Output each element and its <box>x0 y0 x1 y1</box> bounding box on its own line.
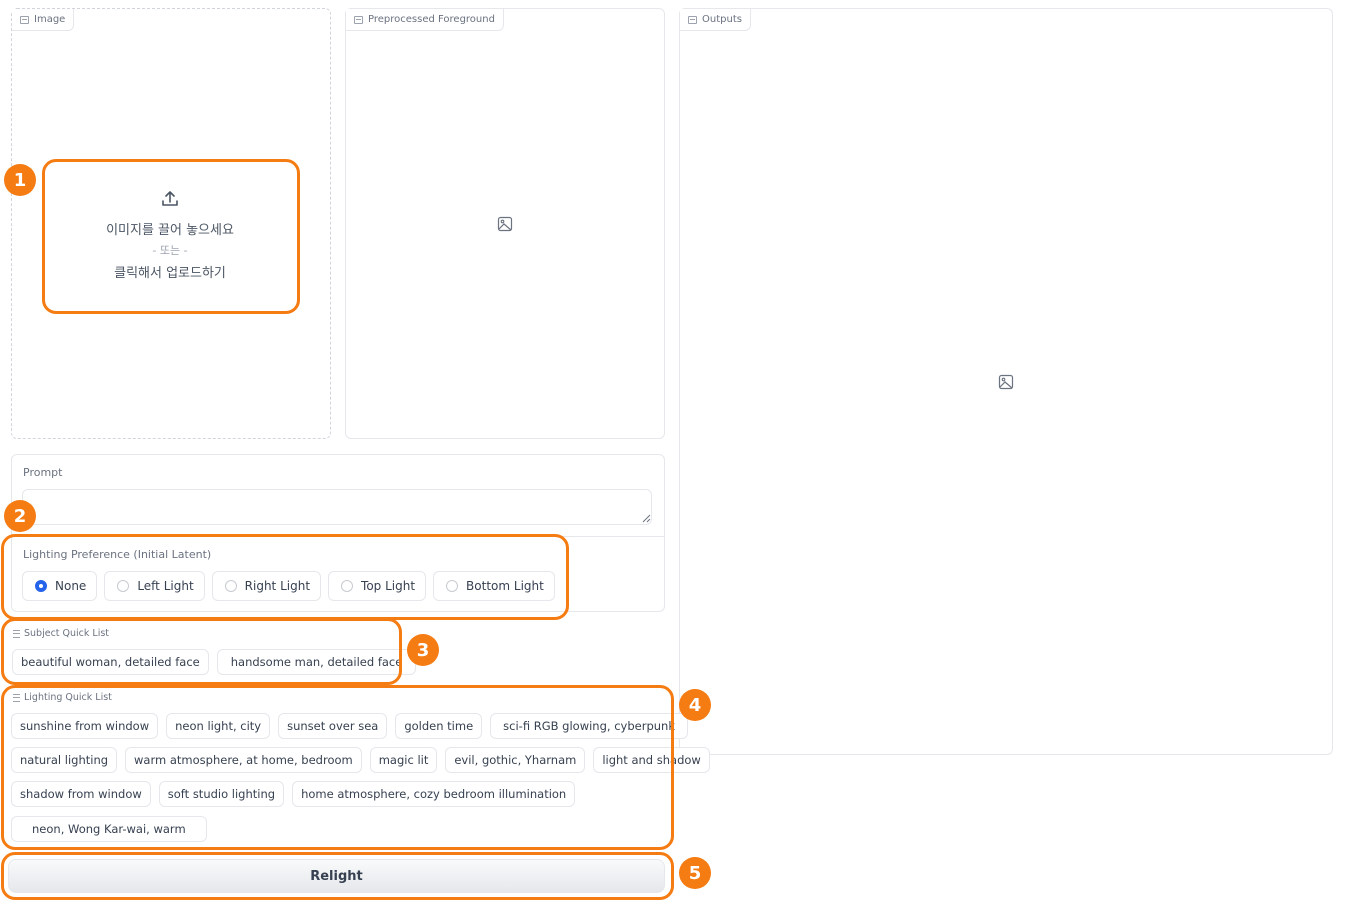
lighting-chip[interactable]: neon, Wong Kar-wai, warm <box>11 816 207 842</box>
lighting-chip[interactable]: shadow from window <box>11 781 151 807</box>
radio-selected-icon <box>35 580 47 592</box>
lighting-chip[interactable]: light and shadow <box>593 747 710 773</box>
image-placeholder-icon <box>497 216 513 232</box>
lighting-chip[interactable]: golden time <box>395 713 483 739</box>
image-icon <box>688 15 697 24</box>
lighting-chip[interactable]: sunset over sea <box>278 713 388 739</box>
radio-unselected-icon <box>117 580 130 592</box>
prompt-divider <box>12 536 664 537</box>
badge-4: 4 <box>679 689 711 721</box>
lighting-quick-list-row-3: shadow from window soft studio lighting … <box>11 781 576 807</box>
lighting-chip[interactable]: evil, gothic, Yharnam <box>445 747 586 773</box>
lighting-quick-list-label: Lighting Quick List <box>13 692 112 703</box>
image-panel-tag: Image <box>12 9 75 31</box>
radio-unselected-icon <box>224 580 237 592</box>
lighting-quick-list-title: Lighting Quick List <box>24 692 112 703</box>
lighting-quick-list-row-4: neon, Wong Kar-wai, warm <box>11 816 207 842</box>
badge-2: 2 <box>4 500 36 532</box>
badge-3: 3 <box>407 634 439 666</box>
subject-quick-list-title: Subject Quick List <box>24 628 110 639</box>
list-icon <box>13 693 20 702</box>
badge-1: 1 <box>4 164 36 196</box>
radio-option-none[interactable]: None <box>22 571 98 601</box>
lighting-chip[interactable]: sci-fi RGB glowing, cyberpunk <box>490 713 688 739</box>
foreground-panel-tag: Preprocessed Foreground <box>346 9 504 31</box>
radio-option-bottom-light[interactable]: Bottom Light <box>433 571 555 601</box>
image-icon <box>354 15 363 24</box>
radio-label: Right Light <box>244 579 311 593</box>
badge-5: 5 <box>679 857 711 889</box>
image-upload-dropzone[interactable]: 이미지를 끌어 놓으세요 - 또는 - 클릭해서 업로드하기 <box>44 162 296 310</box>
upload-click-text: 클릭해서 업로드하기 <box>114 266 226 281</box>
lighting-chip[interactable]: magic lit <box>369 747 438 773</box>
lighting-chip[interactable]: sunshine from window <box>11 713 159 739</box>
outputs-panel-label: Outputs <box>702 14 742 25</box>
subject-chip[interactable]: handsome man, detailed face <box>216 649 417 675</box>
radio-option-left-light[interactable]: Left Light <box>104 571 205 601</box>
lighting-preference-radio-group: None Left Light Right Light Top Light Bo… <box>22 571 555 601</box>
lighting-quick-list-row-2: natural lighting warm atmosphere, at hom… <box>11 747 710 773</box>
foreground-panel-label: Preprocessed Foreground <box>368 14 495 25</box>
resize-handle-icon <box>642 514 651 523</box>
radio-label: Bottom Light <box>466 579 544 593</box>
upload-or-text: - 또는 - <box>152 244 188 257</box>
lighting-chip[interactable]: neon light, city <box>166 713 271 739</box>
radio-label: Left Light <box>137 579 194 593</box>
upload-icon <box>162 191 178 206</box>
lighting-chip[interactable]: warm atmosphere, at home, bedroom <box>125 747 362 773</box>
lighting-chip[interactable]: soft studio lighting <box>158 781 285 807</box>
prompt-input[interactable] <box>22 489 652 525</box>
radio-unselected-icon <box>341 580 354 592</box>
outputs-panel-tag: Outputs <box>680 9 751 31</box>
radio-option-top-light[interactable]: Top Light <box>328 571 427 601</box>
subject-quick-list: beautiful woman, detailed face handsome … <box>12 649 417 675</box>
subject-chip[interactable]: beautiful woman, detailed face <box>12 649 209 675</box>
relight-button[interactable]: Relight <box>8 859 665 893</box>
list-icon <box>13 629 20 638</box>
prompt-label: Prompt <box>23 466 63 479</box>
lighting-quick-list-row-1: sunshine from window neon light, city su… <box>11 713 688 739</box>
radio-label: Top Light <box>361 579 416 593</box>
lighting-chip[interactable]: natural lighting <box>11 747 118 773</box>
radio-option-right-light[interactable]: Right Light <box>211 571 322 601</box>
upload-drop-text: 이미지를 끌어 놓으세요 <box>106 223 234 238</box>
lighting-preference-label: Lighting Preference (Initial Latent) <box>23 548 212 561</box>
radio-label: None <box>55 579 87 593</box>
image-icon <box>20 15 29 24</box>
image-panel-label: Image <box>34 14 66 25</box>
radio-unselected-icon <box>446 580 459 592</box>
subject-quick-list-label: Subject Quick List <box>13 628 109 639</box>
lighting-chip[interactable]: home atmosphere, cozy bedroom illuminati… <box>292 781 576 807</box>
output-placeholder-icon <box>998 374 1014 390</box>
